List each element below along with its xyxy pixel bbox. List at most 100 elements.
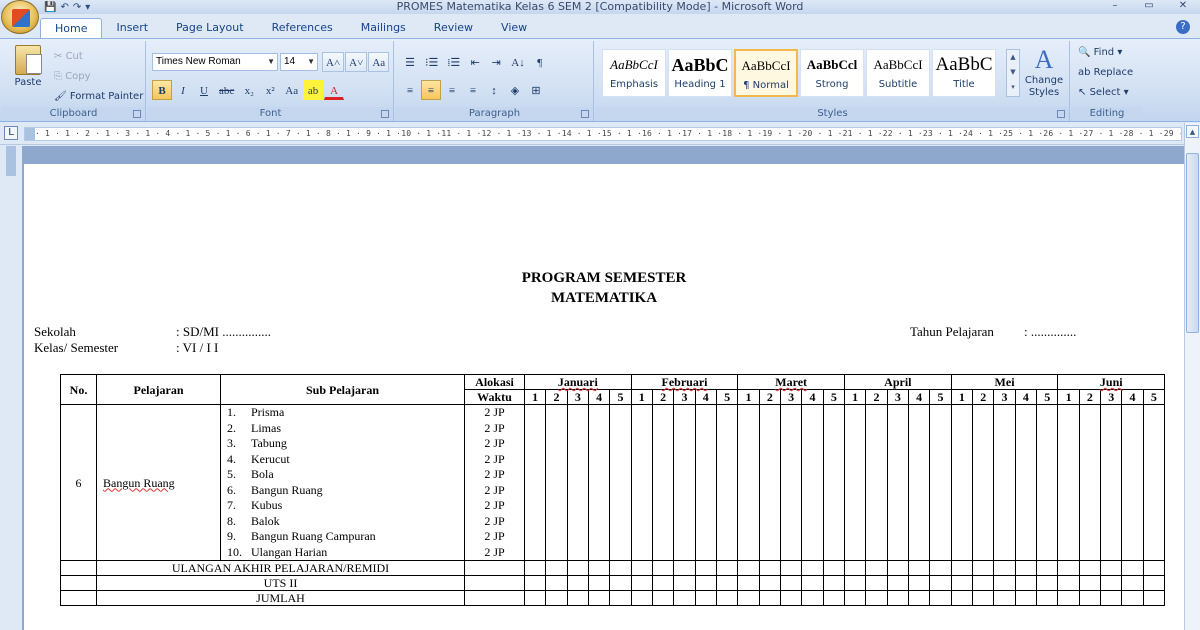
shading-button[interactable]: ◈: [505, 80, 525, 100]
week-cell[interactable]: [587, 575, 611, 591]
week-cell[interactable]: [1057, 560, 1080, 576]
week-cell[interactable]: [1036, 575, 1059, 591]
week-cell[interactable]: [1014, 404, 1038, 561]
align-left-button[interactable]: ≡: [400, 80, 420, 100]
font-color-button[interactable]: A: [324, 80, 345, 100]
week-cell[interactable]: [972, 590, 995, 606]
week-cell[interactable]: [886, 404, 909, 561]
week-cell[interactable]: [1014, 590, 1038, 606]
week-cell[interactable]: [587, 560, 611, 576]
week-cell[interactable]: [950, 575, 974, 591]
underline-button[interactable]: U: [194, 80, 214, 100]
week-cell[interactable]: [737, 590, 760, 606]
tab-references[interactable]: References: [258, 18, 347, 38]
week-cell[interactable]: [673, 404, 696, 561]
week-cell[interactable]: [651, 590, 675, 606]
week-cell[interactable]: [929, 560, 952, 576]
redo-icon[interactable]: ↷: [73, 2, 81, 13]
week-cell[interactable]: [1121, 560, 1144, 576]
week-cell[interactable]: [566, 404, 589, 561]
week-cell[interactable]: [950, 590, 974, 606]
highlight-button[interactable]: ab: [303, 80, 324, 100]
align-right-button[interactable]: ≡: [442, 80, 462, 100]
week-cell[interactable]: [523, 404, 547, 561]
week-cell[interactable]: [1100, 560, 1123, 576]
strikethrough-button[interactable]: abc: [215, 80, 238, 100]
tab-page-layout[interactable]: Page Layout: [162, 18, 258, 38]
week-cell[interactable]: [1142, 404, 1166, 561]
tab-selector-icon[interactable]: L: [4, 126, 18, 140]
week-cell[interactable]: [843, 560, 867, 576]
week-cell[interactable]: [972, 560, 995, 576]
week-cell[interactable]: [907, 575, 931, 591]
week-cell[interactable]: [950, 560, 974, 576]
week-cell[interactable]: [715, 560, 739, 576]
week-cell[interactable]: [993, 590, 1016, 606]
week-cell[interactable]: [758, 575, 781, 591]
week-cell[interactable]: [737, 575, 760, 591]
week-cell[interactable]: [545, 590, 568, 606]
week-cell[interactable]: [801, 560, 824, 576]
find-button[interactable]: 🔍 Find ▾: [1078, 43, 1133, 63]
week-cell[interactable]: [737, 404, 760, 561]
justify-button[interactable]: ≡: [463, 80, 483, 100]
week-cell[interactable]: [587, 590, 611, 606]
help-icon[interactable]: ?: [1176, 20, 1190, 34]
office-button[interactable]: [1, 0, 39, 34]
style-heading-1[interactable]: AaBbC Heading 1: [668, 49, 732, 97]
superscript-button[interactable]: x²: [260, 80, 280, 100]
week-cell[interactable]: [587, 404, 611, 561]
week-cell[interactable]: [651, 560, 675, 576]
week-cell[interactable]: [673, 560, 696, 576]
week-cell[interactable]: [929, 404, 952, 561]
week-cell[interactable]: [694, 560, 717, 576]
week-cell[interactable]: [1078, 404, 1102, 561]
chevron-up-icon[interactable]: ▲: [1007, 50, 1019, 65]
week-cell[interactable]: [1057, 404, 1080, 561]
subscript-button[interactable]: x₂: [239, 80, 259, 100]
week-cell[interactable]: [566, 590, 589, 606]
bullets-button[interactable]: ☰: [400, 52, 420, 72]
cut-button[interactable]: ✂ Cut: [54, 47, 143, 67]
week-cell[interactable]: [673, 590, 696, 606]
change-styles-button[interactable]: A Change Styles: [1024, 45, 1064, 99]
week-cell[interactable]: [651, 575, 675, 591]
week-cell[interactable]: [630, 404, 653, 561]
week-cell[interactable]: [779, 575, 803, 591]
week-cell[interactable]: [1100, 575, 1123, 591]
week-cell[interactable]: [715, 590, 739, 606]
clear-formatting-button[interactable]: Aa: [368, 52, 390, 72]
undo-icon[interactable]: ↶: [60, 2, 68, 13]
week-cell[interactable]: [651, 404, 675, 561]
week-cell[interactable]: [822, 575, 846, 591]
font-size-select[interactable]: 14 ▼: [280, 53, 318, 71]
week-cell[interactable]: [822, 404, 846, 561]
paste-button[interactable]: Paste: [10, 45, 46, 88]
week-cell[interactable]: [779, 404, 803, 561]
week-cell[interactable]: [1014, 560, 1038, 576]
italic-button[interactable]: I: [173, 80, 193, 100]
line-spacing-button[interactable]: ↕: [484, 80, 504, 100]
week-cell[interactable]: [929, 575, 952, 591]
week-cell[interactable]: [609, 575, 632, 591]
copy-button[interactable]: ⎘ Copy: [54, 67, 143, 87]
week-cell[interactable]: [694, 404, 717, 561]
week-cell[interactable]: [523, 590, 547, 606]
week-cell[interactable]: [1057, 590, 1080, 606]
multilevel-list-button[interactable]: ⁞☰: [443, 52, 464, 72]
tab-mailings[interactable]: Mailings: [347, 18, 420, 38]
week-cell[interactable]: [630, 575, 653, 591]
scrollbar-thumb[interactable]: [1186, 153, 1199, 333]
week-cell[interactable]: [993, 404, 1016, 561]
week-cell[interactable]: [1078, 590, 1102, 606]
week-cell[interactable]: [929, 590, 952, 606]
dialog-launcher-icon[interactable]: [1057, 110, 1065, 118]
week-cell[interactable]: [758, 590, 781, 606]
tab-insert[interactable]: Insert: [102, 18, 162, 38]
week-cell[interactable]: [865, 560, 888, 576]
week-cell[interactable]: [566, 560, 589, 576]
styles-gallery-scroll[interactable]: ▲ ▼ ▾: [1006, 49, 1020, 97]
week-cell[interactable]: [1078, 560, 1102, 576]
week-cell[interactable]: [865, 404, 888, 561]
week-cell[interactable]: [1142, 560, 1166, 576]
